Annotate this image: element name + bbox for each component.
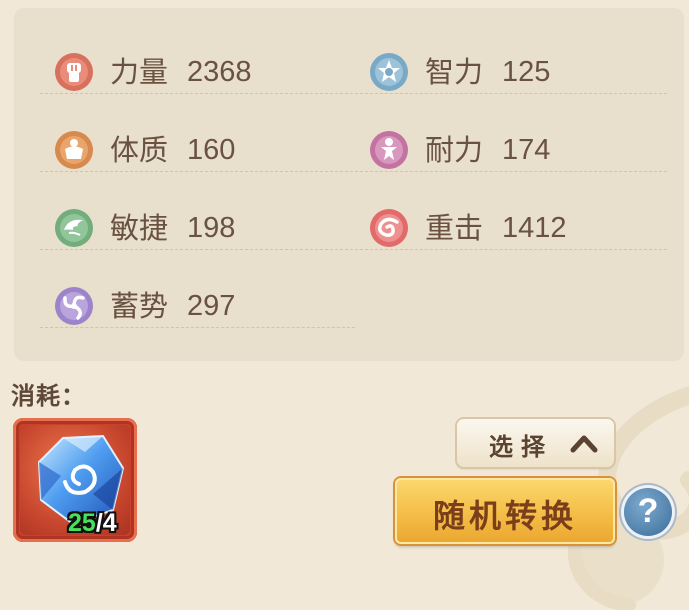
fist-icon: [54, 52, 94, 92]
stat-value: 198: [187, 212, 236, 244]
consume-item-slot[interactable]: 25/4: [13, 418, 137, 542]
stats-panel: 力量 2368 智力 125 体质 160 耐力 174 敏捷 198 重击 1…: [14, 8, 684, 361]
stat-name: 蓄势: [110, 289, 169, 323]
stat-heavy-strike: 重击 1412: [355, 172, 667, 250]
help-button[interactable]: ?: [624, 488, 672, 536]
stat-value: 297: [187, 290, 236, 322]
stat-name: 耐力: [425, 133, 484, 167]
row-divider: [355, 249, 667, 250]
stat-name: 体质: [110, 133, 169, 167]
stat-name: 重击: [425, 211, 484, 245]
swirl-icon: [369, 208, 409, 248]
stat-value: 1412: [502, 212, 567, 244]
stat-strength: 力量 2368: [40, 16, 363, 94]
select-button-label: 选择: [489, 433, 553, 461]
random-convert-button[interactable]: 随机转换: [395, 478, 615, 544]
stat-intellect: 智力 125: [355, 16, 667, 94]
stat-name: 智力: [425, 55, 484, 89]
star-emblem-icon: [369, 52, 409, 92]
question-mark-icon: ?: [637, 492, 659, 530]
random-convert-label: 随机转换: [432, 497, 577, 535]
body-icon: [54, 130, 94, 170]
stat-value: 2368: [187, 56, 252, 88]
item-count-need: 4: [102, 509, 117, 537]
stat-agility: 敏捷 198: [40, 172, 363, 250]
stat-value: 160: [187, 134, 236, 166]
stat-value: 125: [502, 56, 551, 88]
spiral-icon: [54, 286, 94, 326]
stat-charge: 蓄势 297: [40, 250, 355, 328]
item-count-separator: /: [95, 509, 103, 537]
figure-icon: [369, 130, 409, 170]
item-count-have: 25: [68, 509, 96, 537]
consume-label: 消耗：: [11, 382, 86, 410]
item-count: 25/4: [68, 509, 117, 538]
stat-name: 敏捷: [110, 211, 169, 245]
stat-constitution: 体质 160: [40, 94, 363, 172]
stat-value: 174: [502, 134, 551, 166]
chevron-up-icon: [570, 435, 598, 453]
row-divider: [40, 327, 355, 328]
select-button[interactable]: 选择: [457, 419, 614, 467]
wing-icon: [54, 208, 94, 248]
stat-endurance: 耐力 174: [355, 94, 667, 172]
stat-name: 力量: [110, 55, 169, 89]
